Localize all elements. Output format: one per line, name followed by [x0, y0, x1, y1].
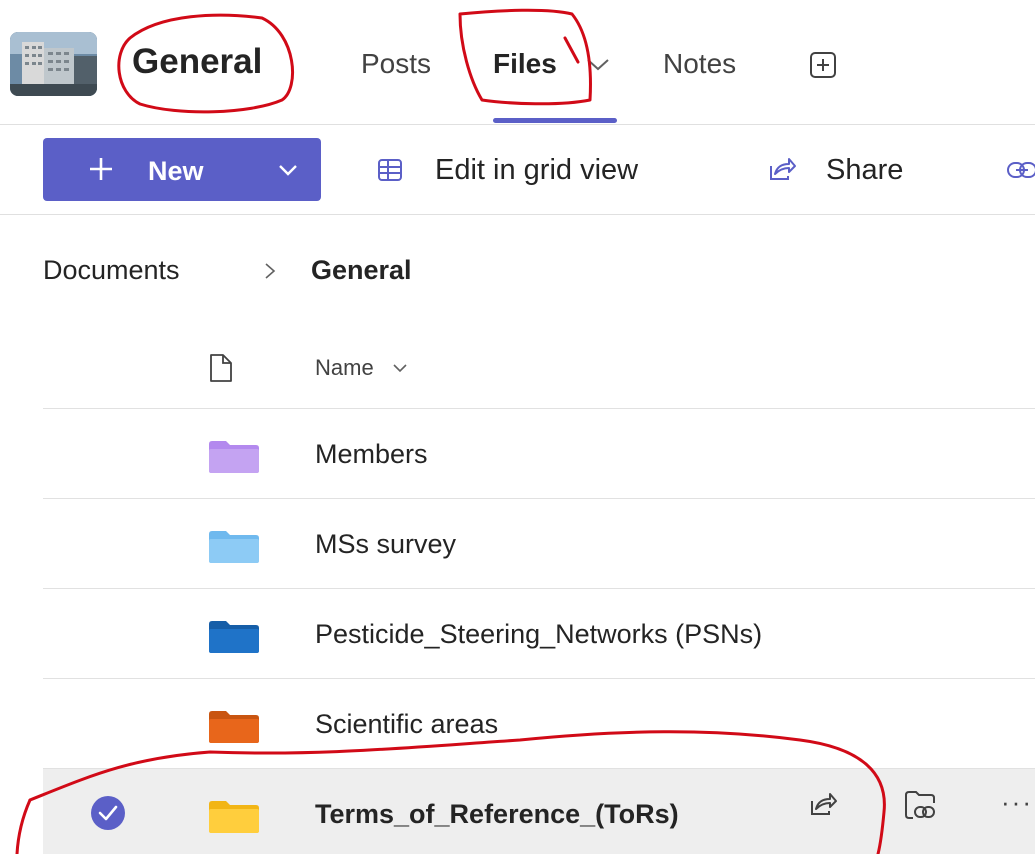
- item-name[interactable]: Scientific areas: [315, 709, 498, 740]
- list-item[interactable]: Scientific areas: [43, 678, 1035, 768]
- item-name[interactable]: Pesticide_Steering_Networks (PSNs): [315, 619, 762, 650]
- new-button-label: New: [148, 156, 204, 186]
- grid-view-icon[interactable]: [377, 157, 403, 183]
- chevron-down-icon: [277, 160, 299, 180]
- tab-files[interactable]: Files: [493, 48, 557, 80]
- chevron-down-icon[interactable]: [390, 360, 410, 376]
- item-name[interactable]: Terms_of_Reference_(ToRs): [315, 799, 679, 830]
- tab-notes[interactable]: Notes: [663, 48, 736, 80]
- chevron-down-icon[interactable]: [583, 50, 613, 78]
- list-item[interactable]: MSs survey: [43, 498, 1035, 588]
- chevron-right-icon: [262, 261, 278, 281]
- list-item[interactable]: Members: [43, 408, 1035, 498]
- plus-icon: [87, 155, 115, 183]
- tab-posts[interactable]: Posts: [361, 48, 431, 80]
- toolbar-divider: [0, 214, 1035, 215]
- folder-icon: [209, 621, 259, 653]
- copy-link-icon[interactable]: [1006, 160, 1035, 180]
- add-tab-icon[interactable]: [808, 51, 840, 79]
- list-item-selected[interactable]: Terms_of_Reference_(ToRs) ···: [43, 768, 1035, 854]
- share-icon[interactable]: [767, 156, 797, 184]
- active-tab-indicator: [493, 118, 617, 123]
- share-icon[interactable]: [808, 791, 838, 819]
- item-name[interactable]: Members: [315, 439, 428, 470]
- share-button[interactable]: Share: [826, 154, 903, 187]
- list-item[interactable]: Pesticide_Steering_Networks (PSNs): [43, 588, 1035, 678]
- new-button[interactable]: New: [43, 138, 321, 201]
- header-divider: [0, 124, 1035, 125]
- folder-icon: [209, 711, 259, 743]
- folder-icon: [209, 531, 259, 563]
- breadcrumb-documents[interactable]: Documents: [43, 255, 180, 286]
- file-type-column-icon[interactable]: [209, 353, 233, 383]
- edit-in-grid-view-button[interactable]: Edit in grid view: [435, 154, 638, 187]
- checkmark-icon[interactable]: [86, 791, 130, 835]
- folder-icon: [209, 441, 259, 473]
- folder-icon: [209, 801, 259, 833]
- name-column-header[interactable]: Name: [315, 355, 374, 381]
- channel-title: General: [132, 42, 263, 81]
- team-avatar[interactable]: [10, 32, 97, 96]
- breadcrumb-general: General: [311, 255, 412, 285]
- more-options-button[interactable]: ···: [1001, 787, 1033, 818]
- item-name[interactable]: MSs survey: [315, 529, 456, 560]
- copy-link-icon[interactable]: [903, 789, 937, 823]
